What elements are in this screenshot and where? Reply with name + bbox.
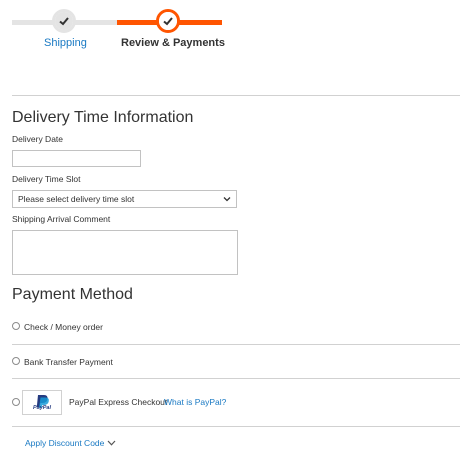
step-shipping-label[interactable]: Shipping xyxy=(44,37,87,49)
payment-label-check-money-order[interactable]: Check / Money order xyxy=(24,322,103,332)
delivery-time-slot-value: Please select delivery time slot xyxy=(18,194,135,204)
payment-radio-check-money-order[interactable] xyxy=(12,322,20,330)
payment-divider-2 xyxy=(12,378,460,379)
payment-radio-bank-transfer[interactable] xyxy=(12,357,20,365)
apply-discount-code-toggle[interactable]: Apply Discount Code xyxy=(25,438,104,448)
delivery-date-label: Delivery Date xyxy=(12,134,64,144)
step-review-label: Review & Payments xyxy=(121,37,225,49)
delivery-time-slot-select[interactable]: Please select delivery time slot xyxy=(12,190,237,208)
paypal-logo-text: PayPal xyxy=(32,405,52,411)
checkmark-icon xyxy=(163,17,173,26)
step-shipping-marker[interactable] xyxy=(52,9,76,33)
payment-radio-paypal[interactable] xyxy=(12,398,20,406)
what-is-paypal-link[interactable]: What is PayPal? xyxy=(164,397,226,407)
delivery-time-slot-label: Delivery Time Slot xyxy=(12,174,81,184)
payment-divider-3 xyxy=(12,426,460,427)
step-review-marker xyxy=(156,9,180,33)
payment-label-paypal[interactable]: PayPal Express Checkout xyxy=(69,397,167,407)
delivery-date-input[interactable] xyxy=(12,150,141,167)
payment-label-bank-transfer[interactable]: Bank Transfer Payment xyxy=(24,357,113,367)
divider-delivery xyxy=(12,95,460,96)
shipping-comment-label: Shipping Arrival Comment xyxy=(12,214,111,224)
delivery-section-title: Delivery Time Information xyxy=(12,109,194,126)
paypal-logo: PayPal xyxy=(22,390,62,415)
shipping-comment-textarea[interactable] xyxy=(12,230,238,275)
payment-divider-1 xyxy=(12,344,460,345)
chevron-down-icon[interactable] xyxy=(107,440,116,446)
checkmark-icon xyxy=(59,17,69,26)
payment-section-title: Payment Method xyxy=(12,286,133,303)
checkout-progress-bar: Shipping Review & Payments xyxy=(0,0,474,60)
chevron-down-icon xyxy=(223,197,231,202)
